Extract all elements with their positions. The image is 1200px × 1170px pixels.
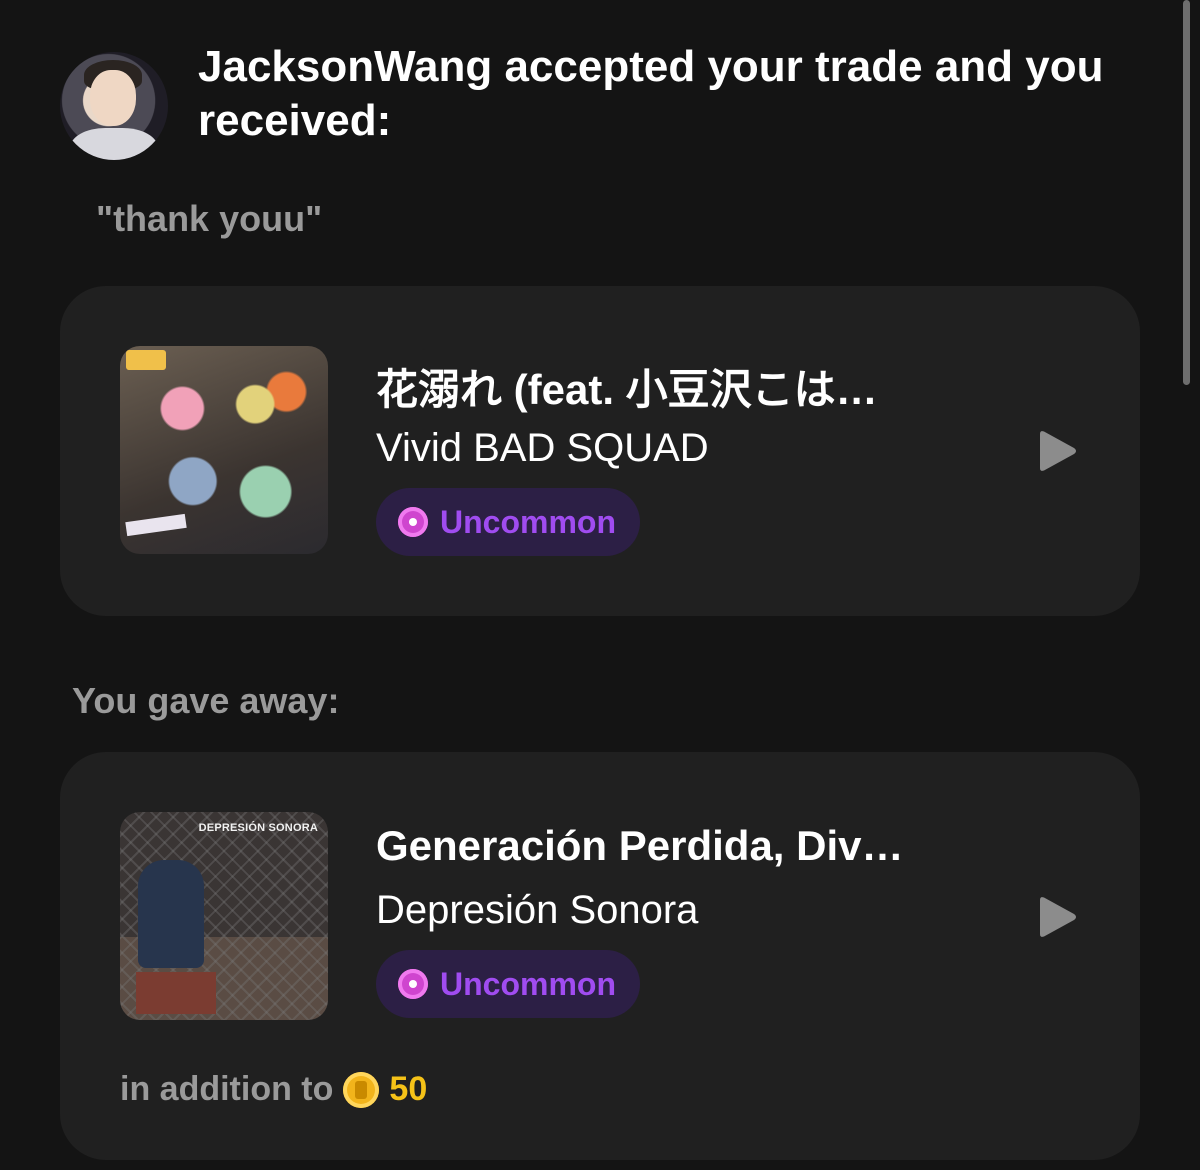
album-cover: DEPRESIÓN SONORA [120, 812, 328, 1020]
album-cover [120, 346, 328, 554]
song-title: 花溺れ (feat. 小豆沢こは… [376, 366, 878, 413]
song-artist: Vivid BAD SQUAD [376, 426, 709, 470]
song-title: Generación Perdida, Div… [376, 822, 904, 869]
received-song-card[interactable]: 花溺れ (feat. 小豆沢こは… Vivid BAD SQUAD Uncomm… [60, 286, 1140, 616]
rarity-label: Uncommon [440, 965, 616, 1002]
song-artist: Depresión Sonora [376, 888, 699, 932]
rarity-badge: Uncommon [376, 488, 640, 556]
coin-amount: 50 [389, 1070, 428, 1108]
cover-text: DEPRESIÓN SONORA [198, 822, 318, 834]
rarity-label: Uncommon [440, 503, 616, 540]
coin-addition: in addition to 50 [120, 1070, 427, 1109]
trade-note: "thank youu" [96, 198, 323, 239]
coin-icon [343, 1071, 380, 1108]
given-song-card[interactable]: DEPRESIÓN SONORA Generación Perdida, Div… [60, 752, 1140, 1160]
rarity-badge: Uncommon [376, 950, 640, 1018]
uncommon-gem-icon [398, 507, 428, 537]
trade-message: JacksonWang accepted your trade and you … [198, 42, 1104, 145]
play-icon[interactable] [1034, 894, 1080, 940]
addition-label: in addition to [120, 1070, 334, 1108]
uncommon-gem-icon [398, 969, 428, 999]
trade-header: JacksonWang accepted your trade and you … [60, 40, 1140, 160]
gave-away-label: You gave away: [72, 680, 340, 721]
play-icon[interactable] [1034, 428, 1080, 474]
avatar[interactable] [60, 52, 168, 160]
scrollbar[interactable] [1183, 0, 1190, 385]
